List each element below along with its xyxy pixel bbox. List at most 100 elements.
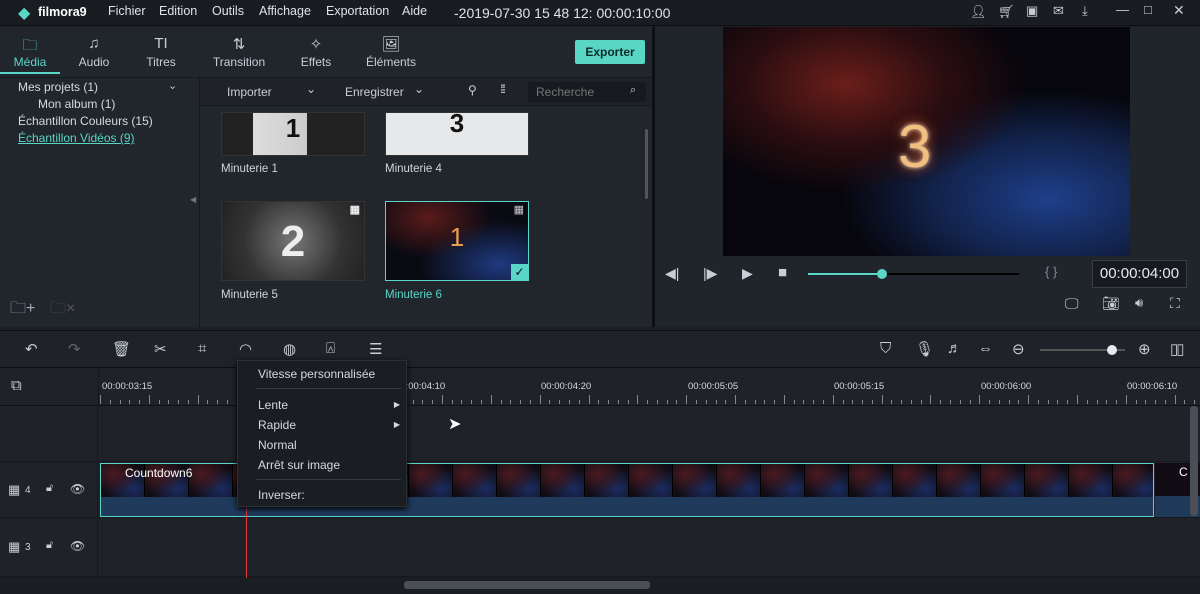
vertical-scrollbar[interactable]	[1190, 406, 1198, 516]
tab-audio[interactable]: ♫ Audio	[64, 35, 124, 69]
prev-frame-icon[interactable]: ◀|	[665, 265, 679, 282]
media-thumbnail[interactable]: 1	[221, 112, 365, 156]
menu-aide[interactable]: Aide	[402, 4, 427, 18]
media-name[interactable]: Minuterie 5	[221, 289, 278, 301]
ruler-tick	[578, 400, 580, 404]
tree-item-projects[interactable]: Mes projets (1)	[18, 80, 98, 94]
export-button[interactable]: Exporter	[575, 40, 645, 64]
tab-effets[interactable]: ✧ Effets	[286, 35, 346, 69]
menu-item-fast[interactable]: Rapide	[258, 418, 296, 432]
thumbnail-digit: 2	[280, 217, 306, 266]
save-dropdown[interactable]: Enregistrer	[345, 85, 404, 99]
tree-item-album[interactable]: Mon album (1)	[38, 97, 115, 111]
menu-outils[interactable]: Outils	[212, 4, 244, 18]
collapse-arrow-icon[interactable]: ◀	[190, 195, 196, 204]
zoom-in-icon[interactable]: ⊕	[1138, 340, 1151, 358]
stop-icon[interactable]: ■	[778, 264, 787, 281]
tree-item-videos[interactable]: Échantillon Vidéos (9)	[18, 131, 135, 145]
zoom-slider[interactable]	[1040, 345, 1125, 355]
effects-icon: ✧	[309, 36, 323, 53]
import-dropdown[interactable]: Importer	[227, 85, 272, 99]
play-icon[interactable]: ▶	[742, 265, 753, 282]
media-name[interactable]: Minuterie 1	[221, 163, 278, 175]
playback-slider[interactable]	[808, 269, 1019, 279]
eye-icon[interactable]: 👁︎	[70, 539, 85, 553]
mail-icon[interactable]: ✉	[1053, 3, 1064, 19]
user-icon[interactable]: 👤︎	[970, 4, 987, 20]
menu-item-custom-speed[interactable]: Vitesse personnalisée	[258, 367, 375, 381]
menu-item-reverse[interactable]: Inverser:	[258, 488, 305, 502]
adjust-icon[interactable]: ☰	[369, 340, 382, 358]
add-folder-icon[interactable]: 🗀+	[10, 297, 35, 324]
grid-icon[interactable]: ⁞⁞⁞	[500, 82, 506, 96]
ruler-tick	[793, 400, 795, 404]
media-name[interactable]: Minuterie 4	[385, 163, 442, 175]
cut-icon[interactable]: ✂	[154, 340, 167, 358]
undo-icon[interactable]: ↶	[25, 340, 38, 358]
lock-icon[interactable]: 🔓︎	[46, 539, 53, 552]
panel-toggle-icon[interactable]: ▯▯	[1170, 340, 1184, 358]
tab-transition[interactable]: ⇅ Transition	[208, 35, 270, 69]
ruler-label: 00:00:06:00	[981, 381, 1032, 392]
cart-icon[interactable]: 🛒︎	[998, 4, 1015, 20]
speed-icon[interactable]: ◠	[239, 340, 252, 358]
lock-icon[interactable]: 🔓︎	[46, 482, 53, 495]
ruler-tick	[1155, 400, 1157, 404]
save-icon[interactable]: ▣	[1026, 3, 1038, 19]
ruler-tick	[1106, 400, 1108, 404]
display-settings-icon[interactable]: 🖵︎	[1065, 295, 1079, 312]
crop-icon[interactable]: ⌗	[198, 340, 206, 357]
download-icon[interactable]: ⤓	[1082, 3, 1088, 19]
mark-in-out-icon[interactable]: { }	[1045, 264, 1057, 279]
maximize-icon[interactable]: □	[1144, 2, 1152, 17]
audio-mixer-icon[interactable]: ♬	[947, 340, 962, 357]
menu-exportation[interactable]: Exportation	[326, 4, 389, 18]
green-screen-icon[interactable]: ⍓	[326, 340, 335, 357]
fullscreen-icon[interactable]: ⛶	[1170, 295, 1180, 312]
menu-affichage[interactable]: Affichage	[259, 4, 311, 18]
media-thumbnail[interactable]: 3	[385, 110, 529, 156]
add-track-icon[interactable]: ⧉	[11, 377, 22, 394]
color-icon[interactable]: ◍	[283, 340, 296, 358]
ruler-tick	[461, 400, 463, 404]
search-input[interactable]	[528, 82, 646, 102]
media-name[interactable]: Minuterie 6	[385, 289, 442, 301]
menu-item-normal[interactable]: Normal	[258, 438, 297, 452]
tab-label: Éléments	[365, 55, 417, 69]
menu-item-freeze-frame[interactable]: Arrêt sur image	[258, 458, 340, 472]
horizontal-scrollbar[interactable]	[404, 581, 650, 589]
microphone-icon[interactable]: 🎙︎	[915, 340, 934, 358]
next-frame-icon[interactable]: |▶	[703, 265, 717, 282]
eye-icon[interactable]: 👁︎	[70, 482, 85, 496]
chevron-down-icon[interactable]: ⌄	[306, 82, 316, 96]
minimize-icon[interactable]: —	[1116, 2, 1129, 17]
tab-titres[interactable]: TI Titres	[131, 35, 191, 69]
ruler-tick	[1067, 400, 1069, 404]
chevron-down-icon[interactable]: ⌄	[414, 82, 424, 96]
menu-separator	[256, 388, 401, 389]
menu-item-slow[interactable]: Lente	[258, 398, 288, 412]
fit-timeline-icon[interactable]: ⇔	[978, 340, 993, 357]
tab-elements[interactable]: 🖼︎ Éléments	[361, 35, 421, 69]
filter-icon[interactable]: ⚲	[468, 83, 477, 97]
camera-icon[interactable]: 📷︎	[1102, 295, 1120, 312]
tab-media[interactable]: 🗀 Média	[0, 35, 60, 74]
marker-icon[interactable]: ⛉	[880, 340, 891, 357]
close-icon[interactable]: ✕	[1173, 2, 1185, 19]
filmstrip-frame	[893, 464, 937, 497]
zoom-out-icon[interactable]: ⊖	[1012, 340, 1025, 358]
menu-edition[interactable]: Edition	[159, 4, 197, 18]
transition-icon: ⇅	[232, 36, 246, 53]
media-thumbnail[interactable]: 2 ▦	[221, 201, 365, 281]
redo-icon[interactable]: ↷	[68, 340, 81, 358]
chevron-down-icon[interactable]: ⌄	[168, 79, 177, 92]
filmstrip-frame	[761, 464, 805, 497]
tree-item-colors[interactable]: Échantillon Couleurs (15)	[18, 114, 153, 128]
menu-fichier[interactable]: Fichier	[108, 4, 146, 18]
tab-label: Transition	[212, 55, 266, 69]
delete-icon[interactable]: 🗑︎	[112, 340, 131, 358]
volume-icon[interactable]: 🔊︎	[1135, 295, 1143, 311]
media-thumbnail-selected[interactable]: 1 ▦ ✓	[385, 201, 529, 281]
media-scrollbar[interactable]	[645, 129, 648, 199]
delete-folder-icon[interactable]: 🗀×	[50, 297, 75, 324]
